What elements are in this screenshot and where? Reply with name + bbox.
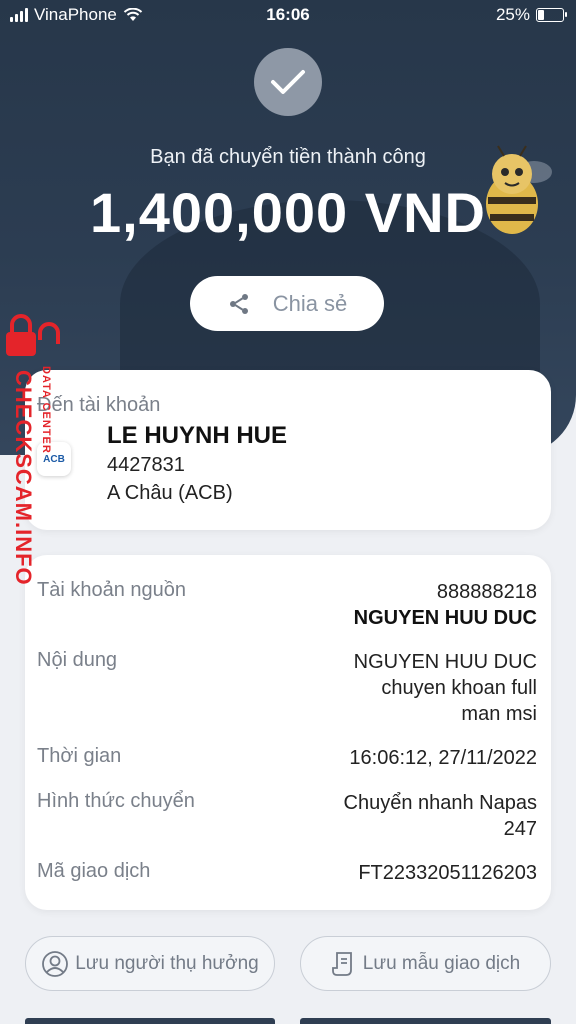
- bottom-button-edge: [25, 1018, 275, 1024]
- status-battery: 25%: [495, 5, 567, 25]
- content-line: NGUYEN HUU DUC: [353, 651, 537, 673]
- lock-icon: [6, 314, 60, 356]
- content-value: NGUYEN HUU DUC chuyen khoan full man msi: [354, 649, 537, 727]
- source-account-number: 888888218: [436, 581, 537, 603]
- transaction-code-label: Mã giao dịch: [37, 860, 151, 882]
- user-icon: [42, 950, 69, 977]
- save-template-button[interactable]: Lưu mẫu giao dịch: [300, 936, 551, 991]
- watermark-subtext: DATA CENTER: [40, 366, 52, 454]
- time-label: Thời gian: [37, 745, 122, 767]
- status-bar: VinaPhone 16:06 25%: [0, 0, 576, 30]
- receipt-icon: [331, 951, 352, 976]
- recipient-name: LE HUYNH HUE: [107, 422, 288, 449]
- battery-percent: 25%: [495, 5, 530, 24]
- method-line: Chuyển nhanh Napas: [343, 792, 537, 814]
- share-button[interactable]: Chia sẻ: [190, 276, 384, 331]
- watermark-text: CHECKSCAM.INFO: [11, 370, 36, 586]
- time-value: 16:06:12, 27/11/2022: [349, 747, 537, 769]
- source-account-name: NGUYEN HUU DUC: [353, 607, 537, 629]
- bee-mascot-icon: [486, 145, 552, 234]
- bottom-button-edge: [300, 1018, 551, 1024]
- save-beneficiary-button[interactable]: Lưu người thụ hưởng: [25, 936, 275, 991]
- save-beneficiary-label: Lưu người thụ hưởng: [75, 952, 259, 974]
- content-line: chuyen khoan full: [381, 677, 537, 699]
- source-account-value: 888888218 NGUYEN HUU DUC: [354, 579, 537, 631]
- share-label: Chia sẻ: [272, 290, 348, 316]
- method-line: 247: [503, 818, 537, 840]
- transaction-details-card: Tài khoản nguồn 888888218 NGUYEN HUU DUC…: [25, 555, 551, 910]
- content-line: man msi: [461, 703, 537, 725]
- recipient-bank: A Châu (ACB): [107, 482, 233, 504]
- success-check-icon: [254, 48, 322, 116]
- recipient-account-number: 4427831: [107, 454, 185, 476]
- share-icon: [229, 293, 248, 314]
- watermark: CHECKSCAM.INFO DATA CENTER: [4, 310, 64, 600]
- battery-icon: [536, 8, 567, 22]
- content-label: Nội dung: [37, 649, 118, 671]
- save-template-label: Lưu mẫu giao dịch: [362, 952, 521, 974]
- method-value: Chuyển nhanh Napas 247: [344, 790, 537, 842]
- status-time: 16:06: [266, 5, 310, 24]
- method-label: Hình thức chuyển: [37, 790, 195, 812]
- transaction-code-value: FT22332051126203: [358, 862, 537, 884]
- destination-card: Đến tài khoản ACB LE HUYNH HUE 4427831 A…: [25, 370, 551, 530]
